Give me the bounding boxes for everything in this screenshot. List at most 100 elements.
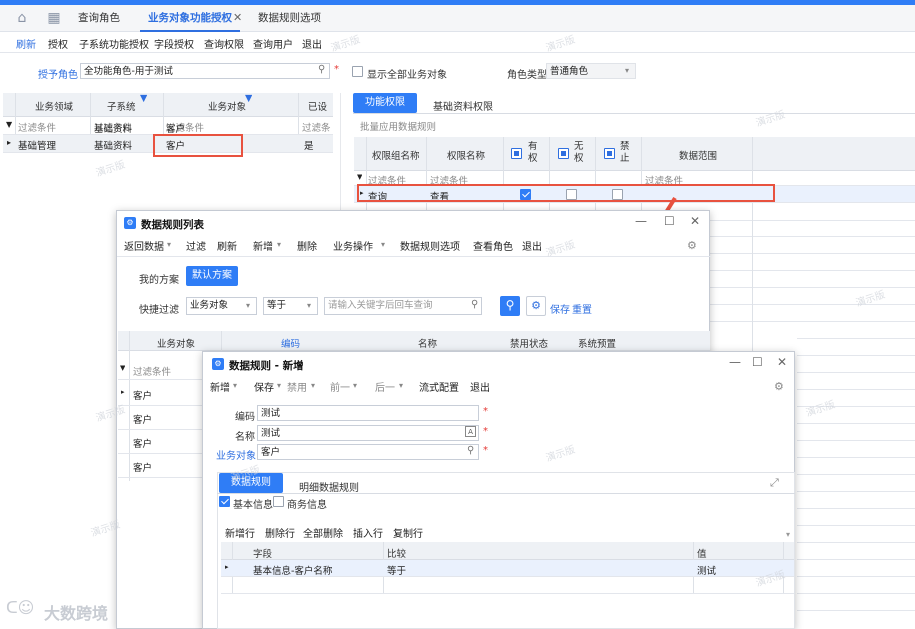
filter-button[interactable]: 过滤 <box>186 238 206 253</box>
delete-row-button[interactable]: 删除行 <box>265 525 295 540</box>
show-all-checkbox[interactable] <box>352 66 363 77</box>
copy-row-button[interactable]: 复制行 <box>393 525 423 540</box>
tab-my-scheme[interactable]: 我的方案 <box>139 271 179 286</box>
field-grant-button[interactable]: 字段授权 <box>154 36 194 51</box>
settings-icon[interactable]: ⚙ <box>687 239 697 252</box>
chevron-down-icon[interactable]: ▾ <box>277 240 281 249</box>
search-icon[interactable]: ⚲ <box>318 64 325 75</box>
return-data-button[interactable]: 返回数据 <box>124 238 164 253</box>
disable-button[interactable]: 禁用 <box>287 379 307 394</box>
refresh-button[interactable]: 刷新 <box>16 36 36 51</box>
basic-info-checkbox[interactable] <box>219 496 230 507</box>
name-input[interactable]: 测试 <box>257 425 479 441</box>
tab-default-scheme[interactable]: 默认方案 <box>186 266 238 286</box>
filter-cell[interactable]: 过滤条 <box>302 120 331 134</box>
tab-data-rule-options[interactable]: 数据规则选项 <box>250 5 329 32</box>
search-icon[interactable]: ⚲ <box>500 296 520 316</box>
exit-button[interactable]: 退出 <box>470 379 490 394</box>
save-button[interactable]: 保存 <box>254 379 274 394</box>
chevron-down-icon[interactable]: ▾ <box>353 381 357 390</box>
home-icon[interactable]: ⌂ <box>10 5 34 32</box>
search-icon[interactable]: ⚲ <box>467 445 474 456</box>
no-permission-header-checkbox[interactable] <box>558 148 569 159</box>
table-row[interactable] <box>221 577 794 594</box>
col-name[interactable]: 名称 <box>418 336 437 350</box>
col-system-preset[interactable]: 系统预置 <box>578 336 616 350</box>
apps-grid-icon[interactable]: ▦ <box>42 5 66 32</box>
chevron-down-icon[interactable]: ▾ <box>399 381 403 390</box>
has-permission-header-checkbox[interactable] <box>511 148 522 159</box>
role-type-select[interactable]: 普通角色 <box>546 63 636 79</box>
add-row-button[interactable]: 新增行 <box>225 525 255 540</box>
col-group-name[interactable]: 权限组名称 <box>372 148 420 162</box>
add-button[interactable]: 新增 <box>253 238 273 253</box>
col-code[interactable]: 编码 <box>281 336 300 350</box>
chevron-down-icon[interactable]: ▾ <box>381 240 385 249</box>
business-object-input[interactable]: 客户 <box>257 444 479 460</box>
tab-function-permission[interactable]: 功能权限 <box>353 93 417 113</box>
col-permission-name[interactable]: 权限名称 <box>447 148 485 162</box>
business-info-checkbox[interactable] <box>273 496 284 507</box>
col-business-domain[interactable]: 业务领域 <box>35 99 73 113</box>
multilang-icon[interactable]: A <box>465 426 476 437</box>
col-field[interactable]: 字段 <box>253 546 272 560</box>
previous-button[interactable]: 前一 <box>330 379 350 394</box>
chevron-down-icon[interactable]: ▾ <box>233 381 237 390</box>
grant-button[interactable]: 授权 <box>48 36 68 51</box>
chevron-down-icon[interactable]: ▾ <box>311 381 315 390</box>
gear-icon[interactable]: ⚙ <box>526 296 546 316</box>
minimize-icon[interactable]: — <box>729 355 741 369</box>
filter-cell[interactable]: 过滤条件 <box>133 364 171 378</box>
cell-field[interactable]: 基本信息-客户名称 <box>253 563 332 577</box>
delete-all-button[interactable]: 全部删除 <box>303 525 343 540</box>
insert-row-button[interactable]: 插入行 <box>353 525 383 540</box>
close-tab-icon[interactable]: ✕ <box>233 11 242 24</box>
chevron-down-icon[interactable]: ▾ <box>167 240 171 249</box>
tab-object-function-auth[interactable]: 业务对象功能授权 <box>140 5 240 32</box>
col-value[interactable]: 值 <box>697 546 707 560</box>
filter-icon[interactable]: ▼ <box>140 93 147 104</box>
forbid-header-checkbox[interactable] <box>604 148 615 159</box>
view-role-button[interactable]: 查看角色 <box>473 238 513 253</box>
refresh-button[interactable]: 刷新 <box>217 238 237 253</box>
col-business-object[interactable]: 业务对象 <box>208 99 246 113</box>
filter-icon[interactable]: ▼ <box>245 93 252 104</box>
col-subsystem[interactable]: 子系统 <box>107 99 136 113</box>
reset-scheme-button[interactable]: 重置 <box>572 301 592 316</box>
delete-button[interactable]: 删除 <box>297 238 317 253</box>
query-user-button[interactable]: 查询用户 <box>253 36 293 51</box>
add-button[interactable]: 新增 <box>210 379 230 394</box>
flow-config-button[interactable]: 流式配置 <box>419 379 459 394</box>
table-row[interactable]: ▸ 基本信息-客户名称 等于 测试 <box>221 560 794 577</box>
close-icon[interactable]: ✕ <box>690 214 700 228</box>
filter-cell[interactable]: 过滤条件 <box>18 120 56 134</box>
business-operation-button[interactable]: 业务操作 <box>333 238 373 253</box>
tab-detail-data-rule[interactable]: 明细数据规则 <box>299 479 359 494</box>
settings-icon[interactable]: ⚙ <box>774 380 784 393</box>
expand-icon[interactable]: ⤢ <box>770 476 779 490</box>
maximize-icon[interactable]: ☐ <box>664 214 675 228</box>
cell-value[interactable]: 测试 <box>697 563 716 577</box>
chevron-down-icon[interactable]: ▾ <box>277 381 281 390</box>
next-button[interactable]: 后一 <box>375 379 395 394</box>
exit-button[interactable]: 退出 <box>522 238 542 253</box>
col-disabled-status[interactable]: 禁用状态 <box>510 336 548 350</box>
subsystem-function-grant-button[interactable]: 子系统功能授权 <box>79 36 149 51</box>
col-business-object[interactable]: 业务对象 <box>157 336 195 350</box>
col-compare[interactable]: 比较 <box>387 546 406 560</box>
col-set[interactable]: 已设 <box>308 99 327 113</box>
filter-keyword-input[interactable]: 请输入关键字后回车查询 <box>324 297 482 315</box>
cell-compare[interactable]: 等于 <box>387 563 406 577</box>
batch-apply-data-rule[interactable]: 批量应用数据规则 <box>360 119 436 133</box>
grant-role-input[interactable]: 全功能角色-用于测试 <box>80 63 330 79</box>
col-data-range[interactable]: 数据范围 <box>679 148 717 162</box>
code-input[interactable]: 测试 <box>257 405 479 421</box>
save-scheme-button[interactable]: 保存 <box>550 301 570 316</box>
data-rule-options-button[interactable]: 数据规则选项 <box>400 238 460 253</box>
tab-query-role[interactable]: 查询角色 <box>70 5 128 32</box>
exit-button[interactable]: 退出 <box>302 36 322 51</box>
close-icon[interactable]: ✕ <box>777 355 787 369</box>
minimize-icon[interactable]: — <box>635 214 647 228</box>
maximize-icon[interactable]: ☐ <box>752 355 763 369</box>
tab-basic-data-permission[interactable]: 基础资料权限 <box>433 98 493 113</box>
